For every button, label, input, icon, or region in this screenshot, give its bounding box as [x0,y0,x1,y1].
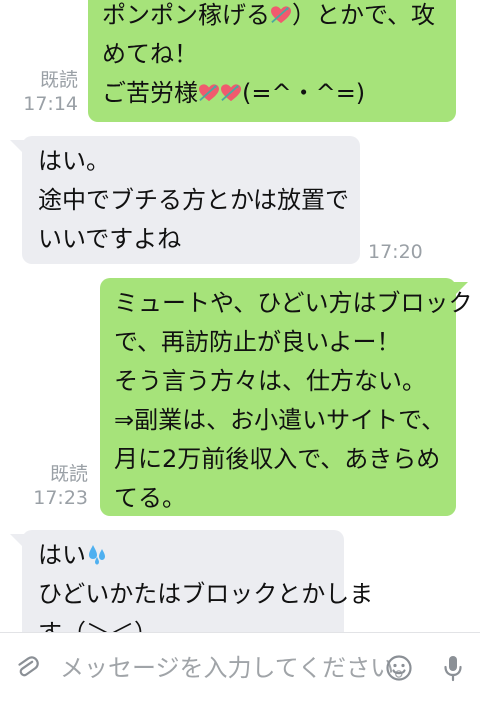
heart-arrow-emoji-icon [271,6,291,24]
message-input[interactable]: メッセージを入力してください。 [60,653,418,683]
sweat-droplets-emoji-icon [89,545,105,565]
message-line: 途中でブチる方とかは放置で [38,186,350,214]
message-line: ミュートや、ひどい方はブロック [114,289,473,317]
message-line: はい [38,536,344,575]
message-line: はい。 [38,147,110,175]
message-line: めてね！ [102,40,198,68]
message-time: 17:20 [368,241,423,263]
message-line: す（＞＜） [38,614,344,632]
message-line: 月に2万前後収入で、あきらめ [114,445,441,473]
message-line: そう言う方々は、仕方ない。 [114,367,426,395]
message-line: いいですよね [38,225,182,253]
message-line: ポンポン稼げる ）とかで、攻 [102,1,436,29]
heart-arrow-emoji-icon [199,84,219,102]
message-meta: 17:20 [368,240,428,264]
message-line: ⇒副業は、お小遣いサイトで、 [114,406,446,434]
read-receipt: 既読 [39,69,78,91]
message-line: で、再訪防止が良いよー！ [114,328,401,356]
message-bubble-outgoing[interactable]: ミュートや、ひどい方はブロック で、再訪防止が良いよー！ そう言う方々は、仕方な… [100,278,473,516]
read-receipt: 既読 [49,463,88,485]
message-line: ひどいかたはブロックとかしま [38,580,374,608]
chat-area[interactable]: ポンポン稼げる ）とかで、攻 めてね！ ご苦労様 (=^・^=) 既読 17:14 … [0,0,480,632]
message-bubble-outgoing[interactable]: ポンポン稼げる ）とかで、攻 めてね！ ご苦労様 (=^・^=) [88,0,456,122]
paperclip-icon[interactable] [12,653,42,683]
message-bubble-incoming[interactable]: はい。 途中でブチる方とかは放置で いいですよね [10,136,360,264]
message-meta: 既読 17:14 [16,68,78,116]
message-line: ご苦労様 (=^・^=) [102,79,366,107]
microphone-icon[interactable] [438,653,468,683]
message-meta: 既読 17:23 [26,462,88,510]
message-input-bar: メッセージを入力してください。 [0,632,480,701]
emoji-icon[interactable] [384,653,414,683]
heart-arrow-emoji-icon [221,84,241,102]
message-bubble-incoming[interactable]: はい ひどいかたはブロックとかしま す（＞＜） [10,530,374,632]
message-time: 17:14 [23,93,78,115]
message-line: てる。 [114,484,186,512]
message-time: 17:23 [33,487,88,509]
